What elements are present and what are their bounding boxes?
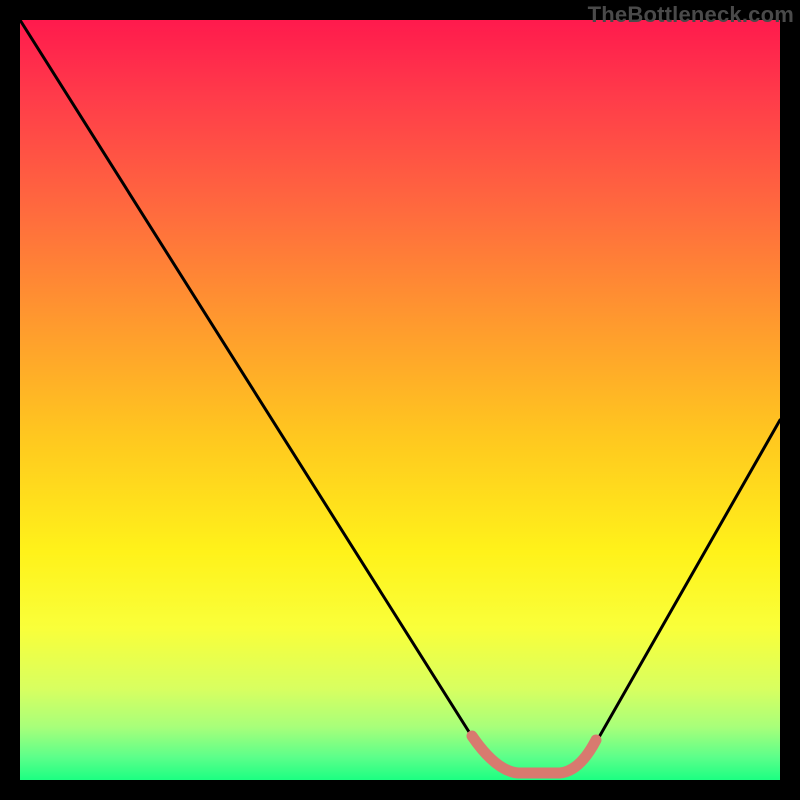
flat-segment xyxy=(472,736,596,773)
watermark-text: TheBottleneck.com xyxy=(588,2,794,28)
chart-frame xyxy=(20,20,780,780)
plot-area xyxy=(20,20,780,780)
curve-path xyxy=(20,20,780,772)
bottleneck-curve xyxy=(20,20,780,780)
